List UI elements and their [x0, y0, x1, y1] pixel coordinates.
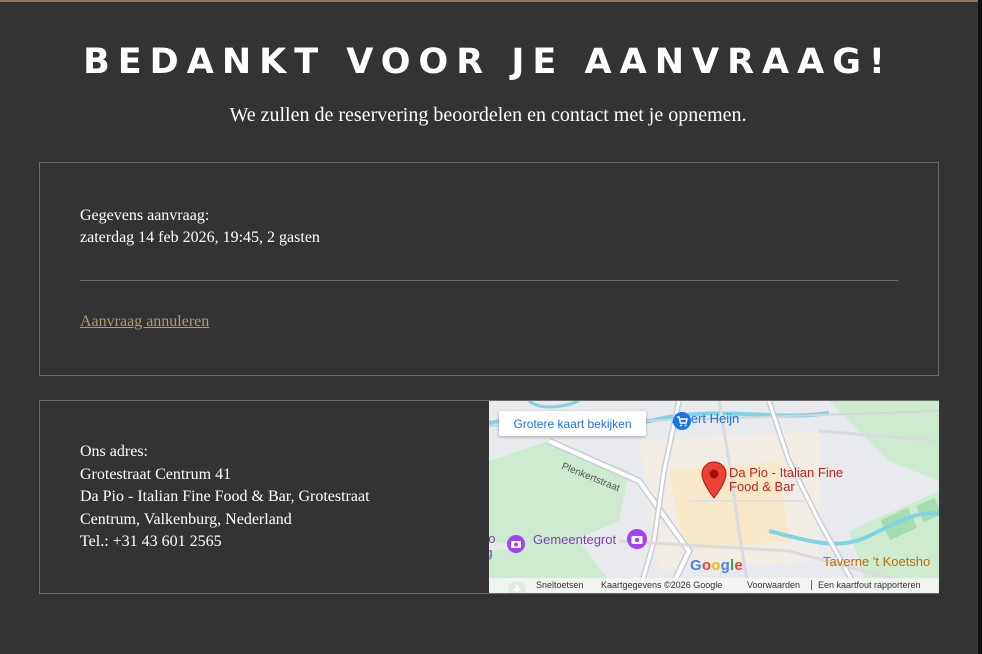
map-label-attraction-left: ho rg [489, 532, 495, 560]
address-phone: Tel.: +31 43 601 2565 [80, 533, 222, 551]
keyboard-shortcuts-link[interactable]: Sneltoetsen [536, 580, 584, 590]
request-details-value: zaterdag 14 feb 2026, 19:45, 2 gasten [80, 229, 320, 246]
view-larger-map-button[interactable]: Grotere kaart bekijken [499, 411, 646, 436]
google-logo-letter: o [711, 557, 721, 574]
camera-icon[interactable] [626, 528, 648, 550]
map-data-attribution: Kaartgegevens ©2026 Google [601, 580, 723, 590]
shopping-cart-icon [673, 412, 691, 430]
footer-separator [811, 580, 812, 590]
map-label-attraction-left-bottom: rg [489, 546, 495, 560]
divider [80, 280, 898, 281]
map-footer: Sneltoetsen Kaartgegevens ©2026 Google V… [489, 578, 939, 593]
report-map-error-link[interactable]: Een kaartfout rapporteren [818, 580, 921, 590]
address-full-line1: Da Pio - Italian Fine Food & Bar, Grotes… [80, 488, 370, 506]
request-details-card: Gegevens aanvraag: zaterdag 14 feb 2026,… [39, 162, 939, 376]
embedded-map[interactable]: Grotere kaart bekijken Albert Heijn Plen… [489, 401, 939, 593]
map-label-attraction[interactable]: Gemeentegrot [533, 532, 616, 547]
address-card: Ons adres: Grotestraat Centrum 41 Da Pio… [39, 400, 939, 594]
camera-icon[interactable] [506, 534, 526, 554]
address-block: Ons adres: Grotestraat Centrum 41 Da Pio… [80, 441, 470, 554]
top-accent-line [0, 0, 982, 2]
page-right-edge [978, 0, 982, 654]
map-label-store[interactable]: Albert Heijn [672, 411, 739, 430]
cancel-request-link[interactable]: Aanvraag annuleren [80, 313, 209, 331]
google-logo-letter: g [720, 557, 730, 574]
confirmation-heading: BEDANKT VOOR JE AANVRAAG! [83, 42, 893, 82]
address-label: Ons adres: [80, 443, 148, 460]
map-label-restaurant[interactable]: Da Pio - Italian Fine Food & Bar [729, 466, 849, 494]
google-logo: Google [690, 557, 743, 574]
google-logo-letter: e [734, 557, 743, 574]
google-logo-letter: o [701, 557, 712, 574]
map-label-tavern[interactable]: Taverne 't Koetsho [823, 554, 930, 569]
confirmation-subheading: We zullen de reservering beoordelen en c… [229, 104, 747, 126]
address-full-line2: Centrum, Valkenburg, Nederland [80, 510, 292, 528]
terms-link[interactable]: Voorwaarden [747, 580, 800, 590]
map-label-attraction-left-top: ho [489, 531, 496, 546]
address-street: Grotestraat Centrum 41 [80, 465, 232, 483]
request-details-label: Gegevens aanvraag: [80, 207, 210, 224]
google-logo-letter: G [690, 557, 702, 574]
location-pin-icon[interactable] [701, 461, 727, 499]
